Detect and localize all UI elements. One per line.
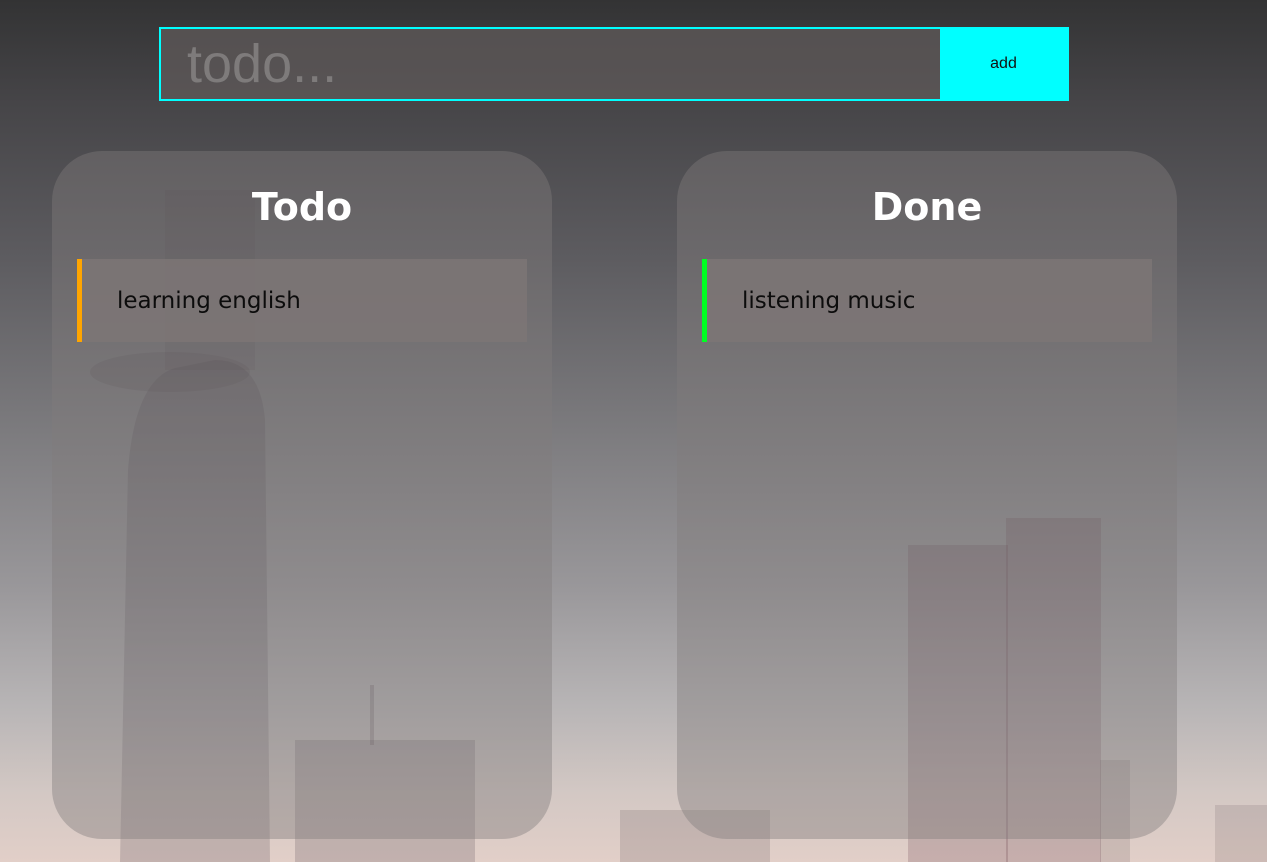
add-todo-form: add	[159, 27, 1069, 101]
todo-list: learning english	[77, 259, 527, 342]
done-list: listening music	[702, 259, 1152, 342]
todo-input[interactable]	[161, 29, 940, 99]
done-item-label: listening music	[742, 287, 916, 314]
todo-column-title: Todo	[251, 185, 353, 229]
add-button[interactable]: add	[940, 29, 1067, 99]
todo-column: Todo learning english	[52, 151, 552, 839]
todo-item[interactable]: learning english	[77, 259, 527, 342]
done-column: Done listening music	[677, 151, 1177, 839]
todo-item-label: learning english	[117, 287, 301, 314]
done-item[interactable]: listening music	[702, 259, 1152, 342]
done-column-title: Done	[871, 185, 983, 229]
